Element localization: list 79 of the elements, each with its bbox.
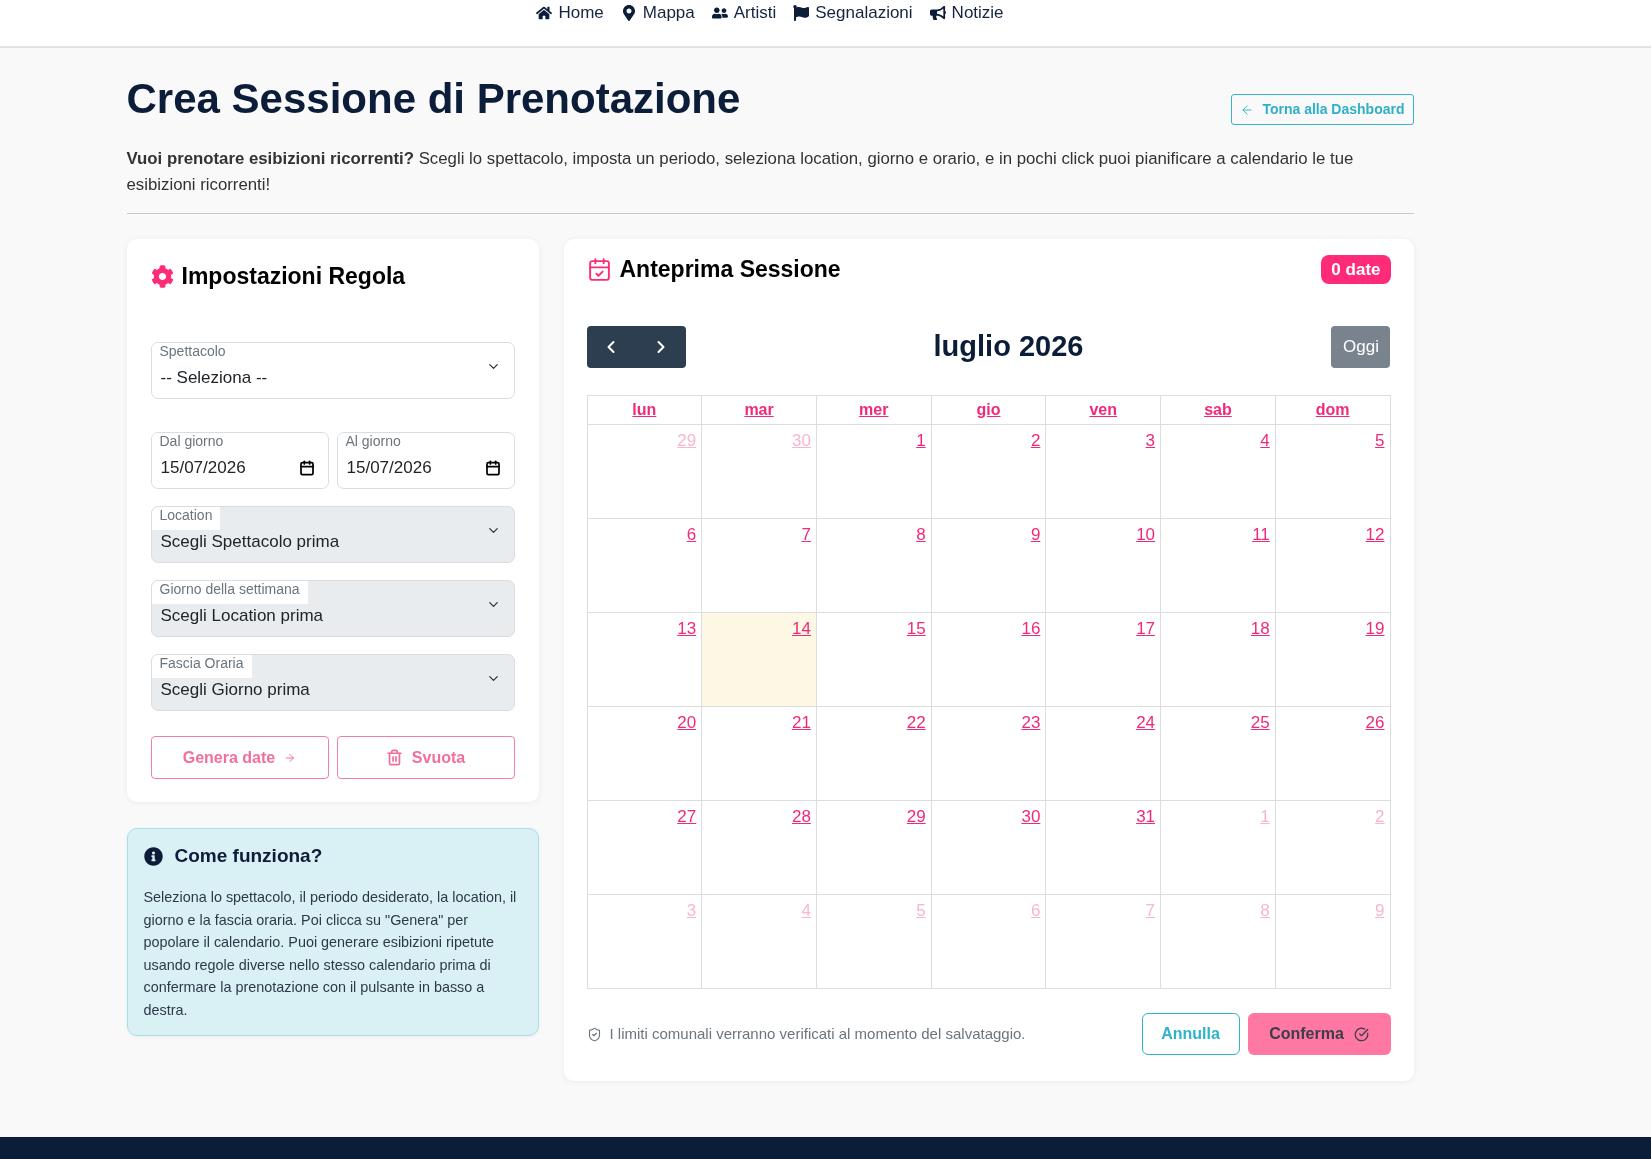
day-link[interactable]: 31 — [1136, 806, 1156, 828]
day-link[interactable]: 12 — [1365, 524, 1385, 546]
generate-button[interactable]: Genera date — [150, 736, 329, 779]
weekday-link[interactable]: mar — [744, 398, 774, 422]
arrow-right-icon — [284, 751, 297, 764]
count-badge: 0 date — [1321, 255, 1391, 284]
day-link[interactable]: 18 — [1250, 618, 1270, 640]
page-title: Crea Sessione di Prenotazione — [126, 74, 741, 124]
info-title: Come funziona? — [174, 843, 323, 868]
day-link[interactable]: 16 — [1021, 618, 1041, 640]
date-field[interactable]: Al giorno 15/07/2026 — [336, 432, 515, 489]
day-link[interactable]: 8 — [916, 524, 926, 546]
note-text: I limiti comunali verranno verificati al momento del salvataggio. — [609, 1023, 1026, 1044]
trash-icon — [385, 749, 403, 766]
weekday-link[interactable]: gio — [976, 398, 1001, 422]
weekday-link[interactable]: lun — [632, 398, 657, 422]
nav-link[interactable]: Mappa — [620, 2, 695, 24]
weekday-link[interactable]: ven — [1089, 398, 1117, 422]
shield-check-icon — [586, 1026, 602, 1042]
megaphone-icon — [929, 5, 946, 21]
day-link[interactable]: 3 — [1145, 430, 1156, 452]
calendar-icon — [484, 460, 501, 476]
month-title: luglio 2026 — [933, 329, 1084, 365]
day-link[interactable]: 17 — [1136, 618, 1156, 640]
clear-button[interactable]: Svuota — [336, 736, 515, 779]
field-label: Location — [151, 507, 221, 530]
day-link[interactable]: 21 — [792, 712, 811, 734]
day-link[interactable]: 2 — [1030, 430, 1041, 452]
gear-icon — [150, 264, 174, 288]
flag-icon — [793, 5, 810, 21]
weekday-link[interactable]: mer — [859, 398, 889, 422]
weekday-link[interactable]: sab — [1204, 398, 1232, 422]
nav-link[interactable]: Notizie — [929, 2, 1004, 24]
day-link[interactable]: 19 — [1365, 618, 1385, 640]
day-link[interactable]: 14 — [792, 618, 811, 640]
home-icon — [536, 5, 553, 21]
today-button[interactable]: Oggi — [1331, 326, 1391, 368]
day-link[interactable]: 29 — [906, 806, 926, 828]
back-button[interactable]: Torna alla Dashboard — [1231, 94, 1414, 125]
cancel-button[interactable]: Annulla — [1141, 1013, 1240, 1055]
day-link[interactable]: 24 — [1136, 712, 1156, 734]
day-link[interactable]: 20 — [677, 712, 697, 734]
arrow-left-icon — [1240, 102, 1255, 117]
intro-text: Vuoi prenotare esibizioni ricorrenti? Scegli lo spettacolo, imposta un periodo, seleziona location, giorno e orario, e in pochi click puoi pianificare a calendario le tue esibizioni ricorrenti! — [126, 148, 1355, 196]
field-label: Giorno della settimana — [151, 581, 308, 604]
day-link[interactable]: 28 — [792, 806, 811, 828]
day-link[interactable]: 7 — [801, 524, 811, 546]
day-link[interactable]: 10 — [1136, 524, 1156, 546]
card-title: Anteprima Sessione — [619, 255, 841, 285]
day-link[interactable]: 25 — [1250, 712, 1270, 734]
select-field[interactable]: Spettacolo -- Seleziona -- — [150, 342, 515, 399]
day-link[interactable]: 22 — [906, 712, 926, 734]
day-link[interactable]: 15 — [906, 618, 926, 640]
calendar-icon — [298, 460, 315, 476]
nav-link[interactable]: Segnalazioni — [793, 2, 913, 24]
info-text: Seleziona lo spettacolo, il periodo desiderato, la location, il giorno e la fascia oraria. Poi clicca su "Genera" per popolare il calendario. Puoi generare esibizioni ripetute usando regole diverse nello stesso calendario prima di confermare la prenotazione con il pulsante in basso a destra. — [143, 888, 518, 1020]
nav-link[interactable]: Artisti — [711, 2, 777, 24]
day-link[interactable]: 11 — [1252, 524, 1270, 546]
day-link[interactable]: 23 — [1021, 712, 1041, 734]
users-icon — [711, 5, 728, 21]
check-circle-icon — [1353, 1026, 1369, 1042]
field-label: Fascia Oraria — [151, 655, 252, 678]
day-link[interactable]: 13 — [677, 618, 697, 640]
nav-link[interactable]: Home — [536, 2, 604, 24]
day-link[interactable]: 1 — [916, 430, 926, 452]
day-link[interactable]: 27 — [677, 806, 697, 828]
card-title: Impostazioni Regola — [181, 261, 406, 291]
day-link[interactable]: 30 — [1021, 806, 1041, 828]
map-pin-icon — [620, 5, 637, 21]
calendar-check-icon — [586, 257, 612, 282]
day-link[interactable]: 26 — [1365, 712, 1385, 734]
confirm-button[interactable]: Conferma — [1247, 1013, 1391, 1055]
day-link[interactable]: 4 — [1260, 430, 1270, 452]
day-link[interactable]: 6 — [686, 524, 697, 546]
weekday-link[interactable]: dom — [1315, 398, 1350, 422]
info-icon — [143, 846, 163, 866]
day-link[interactable]: 9 — [1030, 524, 1041, 546]
day-link[interactable]: 5 — [1375, 430, 1385, 452]
date-field[interactable]: Dal giorno 15/07/2026 — [150, 432, 329, 489]
